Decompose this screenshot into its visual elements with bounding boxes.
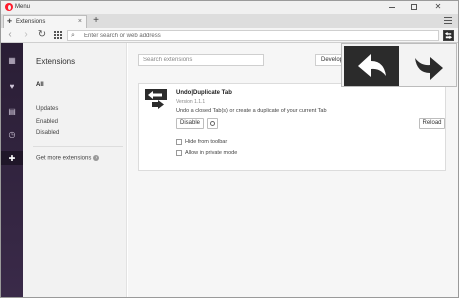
extension-description: Undo a closed Tab(s) or create a duplica… — [176, 108, 327, 114]
tab-close-icon[interactable]: × — [78, 18, 82, 25]
nav-item-all[interactable]: All — [36, 82, 44, 88]
tab-extensions[interactable]: ✚ Extensions × — [3, 15, 87, 28]
menu-label[interactable]: Menu — [15, 4, 30, 10]
back-button[interactable]: ‹ — [5, 30, 15, 40]
extensions-nav: Extensions All Updates Enabled Disabled … — [23, 43, 127, 297]
get-more-label: Get more extensions — [36, 155, 92, 162]
browser-window: Menu ✕ ✚ Extensions × + ‹ › ↻ ⌕ Enter se… — [0, 0, 459, 298]
tab-menu-icon[interactable] — [444, 17, 452, 25]
puzzle-icon: ✚ — [7, 19, 13, 25]
address-input[interactable] — [84, 32, 404, 40]
duplicate-arrow-icon — [415, 57, 443, 80]
extensions-icon[interactable]: ✚ — [1, 151, 23, 165]
sidebar: ▦ ♥ ▤ ◷ ✚ — [1, 43, 23, 297]
nav-item-disabled[interactable]: Disabled — [36, 130, 59, 136]
extension-popup — [341, 43, 457, 87]
extension-toolbar-icon — [444, 31, 453, 40]
address-toolbar: ‹ › ↻ ⌕ — [1, 28, 458, 43]
minimize-icon — [389, 6, 395, 8]
new-tab-button[interactable]: + — [91, 15, 101, 26]
hide-from-toolbar-option[interactable]: Hide from toolbar — [176, 139, 227, 145]
extension-version: Version 1.1.1 — [176, 99, 206, 105]
reload-button[interactable]: ↻ — [37, 30, 47, 40]
nav-divider — [33, 146, 123, 147]
maximize-icon — [411, 4, 417, 10]
address-bar[interactable]: ⌕ — [67, 30, 439, 41]
hide-from-toolbar-checkbox[interactable] — [176, 139, 182, 145]
options-button[interactable] — [207, 118, 218, 129]
extensions-nav-title: Extensions — [36, 57, 76, 66]
undo-duplicate-extension-button[interactable] — [443, 30, 454, 41]
get-more-extensions-link[interactable]: Get more extensions › — [36, 155, 100, 162]
nav-item-updates[interactable]: Updates — [36, 106, 58, 112]
maximize-button[interactable] — [406, 1, 422, 13]
nav-item-enabled[interactable]: Enabled — [36, 119, 58, 125]
allow-private-option[interactable]: Allow in private mode — [176, 150, 237, 156]
search-icon: ⌕ — [71, 32, 75, 39]
tab-strip: ✚ Extensions × + — [1, 14, 458, 28]
allow-private-checkbox[interactable] — [176, 150, 182, 156]
search-extensions-input[interactable] — [138, 54, 264, 66]
opera-logo-icon[interactable] — [5, 3, 13, 11]
extension-card: Undo|Duplicate Tab Version 1.1.1 Undo a … — [138, 83, 446, 171]
duplicate-tab-button[interactable] — [402, 46, 456, 86]
title-bar: Menu ✕ — [1, 1, 458, 14]
close-window-button[interactable]: ✕ — [430, 1, 446, 13]
history-icon[interactable]: ◷ — [1, 127, 23, 141]
hide-from-toolbar-label: Hide from toolbar — [185, 139, 228, 145]
speed-dial-grid-icon[interactable] — [54, 31, 62, 39]
heart-icon[interactable]: ♥ — [1, 79, 23, 93]
reload-extension-button[interactable]: Reload — [419, 118, 445, 129]
undo-tab-button[interactable] — [344, 46, 399, 86]
chevron-right-icon: › — [93, 155, 100, 161]
undo-duplicate-tab-icon — [145, 89, 167, 111]
gear-icon — [210, 121, 215, 126]
tab-title: Extensions — [16, 19, 46, 25]
speed-dial-icon[interactable]: ▦ — [1, 53, 23, 67]
undo-arrow-icon — [358, 54, 386, 77]
allow-private-label: Allow in private mode — [185, 150, 238, 156]
minimize-button[interactable] — [384, 1, 400, 13]
news-icon[interactable]: ▤ — [1, 104, 23, 118]
extension-name: Undo|Duplicate Tab — [176, 90, 232, 96]
disable-button[interactable]: Disable — [176, 118, 204, 129]
forward-button[interactable]: › — [21, 30, 31, 40]
